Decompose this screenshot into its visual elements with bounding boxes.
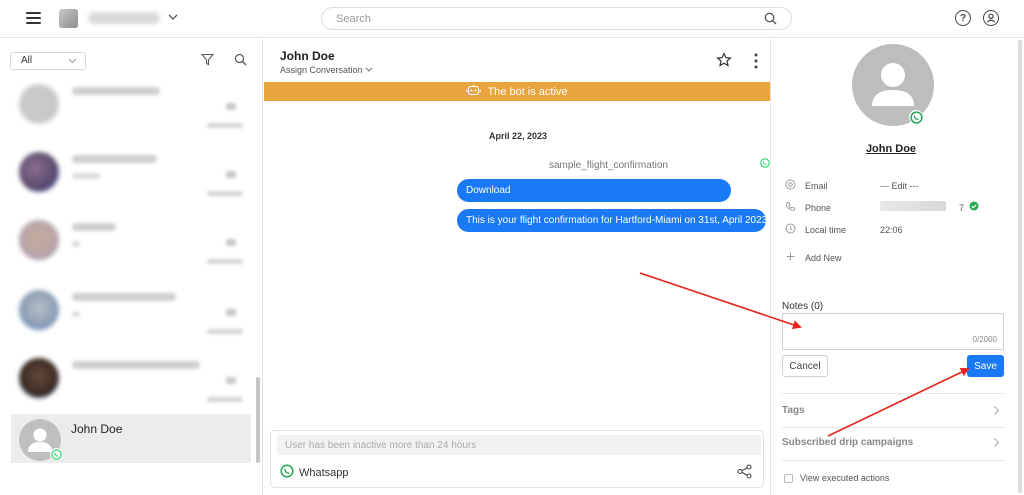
- list-item[interactable]: [11, 285, 251, 345]
- list-item[interactable]: [11, 353, 251, 413]
- list-item[interactable]: [11, 79, 251, 139]
- message-bubble: This is your flight confirmation for Har…: [457, 209, 766, 232]
- notes-textarea[interactable]: [783, 314, 1003, 349]
- attribute-label: Email: [805, 180, 828, 191]
- template-name: sample_flight_confirmation: [549, 160, 668, 171]
- divider: [782, 393, 1004, 394]
- attribute-phone: Phone 7: [785, 201, 979, 214]
- date-separator: April 22, 2023: [489, 131, 548, 141]
- scrollbar[interactable]: [1018, 40, 1023, 493]
- search-input[interactable]: [336, 11, 756, 27]
- share-icon[interactable]: [737, 464, 752, 482]
- assign-conversation-dropdown[interactable]: Assign Conversation: [280, 65, 373, 75]
- robot-icon: [466, 84, 482, 99]
- chevron-down-icon: [68, 53, 77, 74]
- channel-label: Whatsapp: [299, 466, 349, 479]
- conversation-name: John Doe: [71, 422, 123, 436]
- divider: [782, 427, 1004, 428]
- chevron-right-icon: [993, 437, 1000, 451]
- filter-select[interactable]: All: [10, 52, 86, 70]
- search-icon[interactable]: [764, 12, 777, 28]
- attribute-label: Local time: [805, 224, 847, 235]
- search-box: [321, 7, 792, 30]
- add-new-attribute[interactable]: Add New: [785, 251, 842, 264]
- attribute-local-time: Local time 22:06: [785, 223, 903, 236]
- bot-active-banner: The bot is active: [264, 82, 770, 101]
- whatsapp-icon: [760, 157, 770, 171]
- message-composer: Whatsapp: [270, 430, 764, 488]
- at-icon: [785, 179, 796, 192]
- view-executed-actions[interactable]: View executed actions: [784, 473, 889, 483]
- verified-check-icon: [969, 201, 979, 213]
- local-time-value: 22:06: [880, 224, 903, 235]
- contact-panel: John Doe Email --- Edit --- Phone 7 Loca…: [770, 39, 1024, 495]
- tags-label: Tags: [782, 405, 805, 416]
- channel-selector[interactable]: Whatsapp: [280, 464, 349, 481]
- clock-icon: [785, 223, 796, 236]
- contact-name[interactable]: John Doe: [771, 143, 1011, 155]
- tags-section[interactable]: Tags: [782, 405, 1004, 416]
- whatsapp-icon: [50, 448, 62, 460]
- list-item[interactable]: [11, 215, 251, 275]
- search-icon[interactable]: [234, 53, 247, 69]
- message-input[interactable]: [277, 435, 761, 455]
- scrollbar[interactable]: [256, 377, 260, 463]
- drip-campaigns-section[interactable]: Subscribed drip campaigns: [782, 437, 1004, 448]
- list-item-active[interactable]: John Doe: [11, 414, 251, 463]
- email-edit-link[interactable]: --- Edit ---: [880, 181, 919, 191]
- whatsapp-icon: [909, 110, 923, 124]
- top-bar: ?: [0, 0, 1024, 38]
- phone-icon: [785, 201, 796, 214]
- attribute-email: Email --- Edit ---: [785, 179, 919, 192]
- more-options-icon[interactable]: [754, 53, 758, 72]
- phone-value-redacted: [880, 201, 946, 211]
- filter-icon[interactable]: [200, 53, 215, 69]
- cancel-button[interactable]: Cancel: [782, 355, 828, 377]
- notes-counter: 0/2000: [972, 335, 997, 344]
- save-button[interactable]: Save: [967, 355, 1004, 377]
- star-icon[interactable]: [716, 52, 732, 71]
- whatsapp-icon: [280, 464, 294, 481]
- chevron-down-icon[interactable]: [168, 11, 178, 25]
- workspace-name[interactable]: [88, 12, 160, 24]
- notes-box: 0/2000: [782, 313, 1004, 350]
- workspace-logo[interactable]: [59, 9, 78, 28]
- help-icon[interactable]: ?: [955, 10, 971, 26]
- conversation-list: All John Doe: [0, 39, 263, 495]
- bot-banner-text: The bot is active: [487, 85, 568, 98]
- checkbox[interactable]: [784, 473, 793, 483]
- divider: [782, 460, 1004, 461]
- message-bubble[interactable]: Download: [457, 179, 731, 202]
- filter-value: All: [21, 55, 33, 66]
- chevron-down-icon: [365, 65, 373, 75]
- hamburger-icon[interactable]: [26, 12, 41, 24]
- chat-panel: John Doe Assign Conversation The bot is …: [264, 39, 770, 495]
- drip-campaigns-label: Subscribed drip campaigns: [782, 437, 914, 448]
- user-icon[interactable]: [983, 10, 999, 26]
- chat-contact-name: John Doe: [280, 49, 335, 63]
- assign-label: Assign Conversation: [280, 65, 363, 75]
- list-item[interactable]: [11, 147, 251, 207]
- notes-label: Notes (0): [782, 301, 824, 312]
- chevron-right-icon: [993, 405, 1000, 419]
- phone-value[interactable]: 7: [959, 203, 964, 213]
- add-new-label: Add New: [805, 252, 842, 263]
- view-executed-label: View executed actions: [800, 473, 890, 483]
- plus-icon: [785, 251, 796, 264]
- attribute-label: Phone: [805, 202, 832, 213]
